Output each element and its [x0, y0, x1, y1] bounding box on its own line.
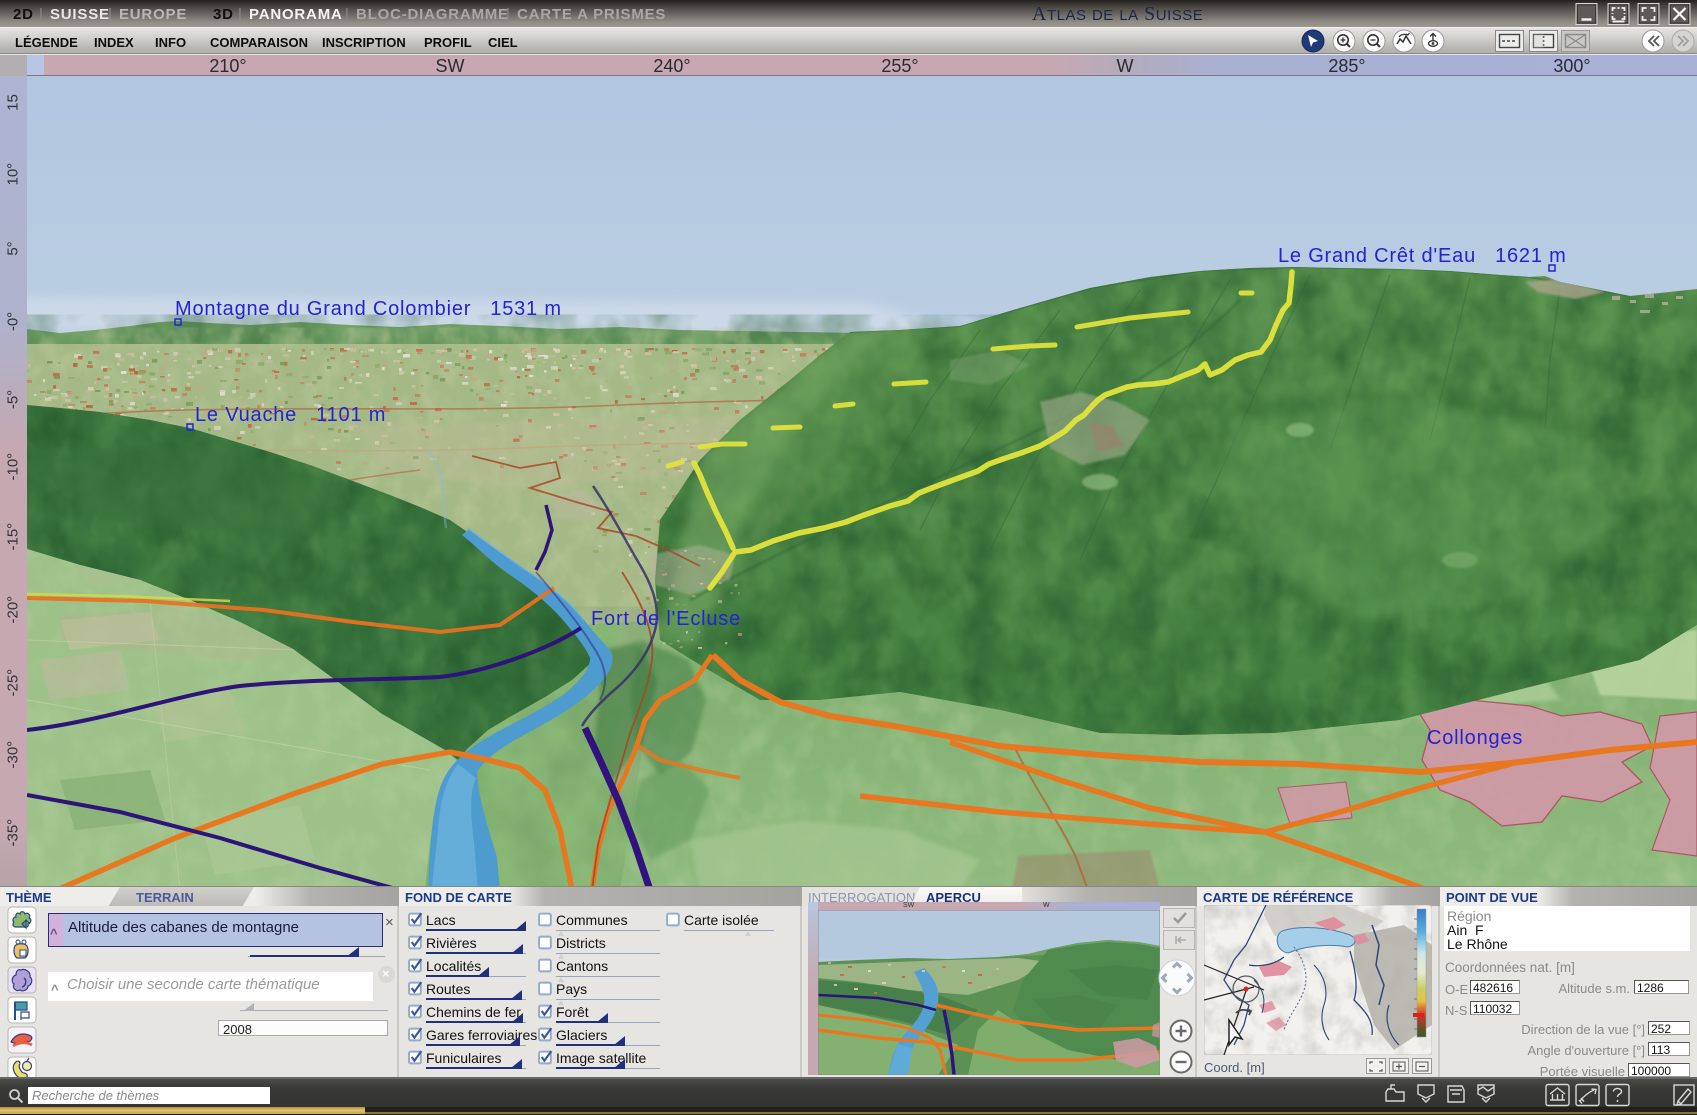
- svg-text:Le Grand Crêt d'Eau 1621 m: Le Grand Crêt d'Eau 1621 m: [1278, 245, 1567, 267]
- svg-text:Collonges: Collonges: [1427, 727, 1523, 749]
- svg-text:Montagne du Grand Colombier: Montagne du Grand Colombier 1531 m: [175, 298, 562, 320]
- svg-text:Fort de l'Ecluse: Fort de l'Ecluse: [591, 608, 741, 630]
- svg-text:Le Vuache 1101 m: Le Vuache 1101 m: [195, 404, 386, 426]
